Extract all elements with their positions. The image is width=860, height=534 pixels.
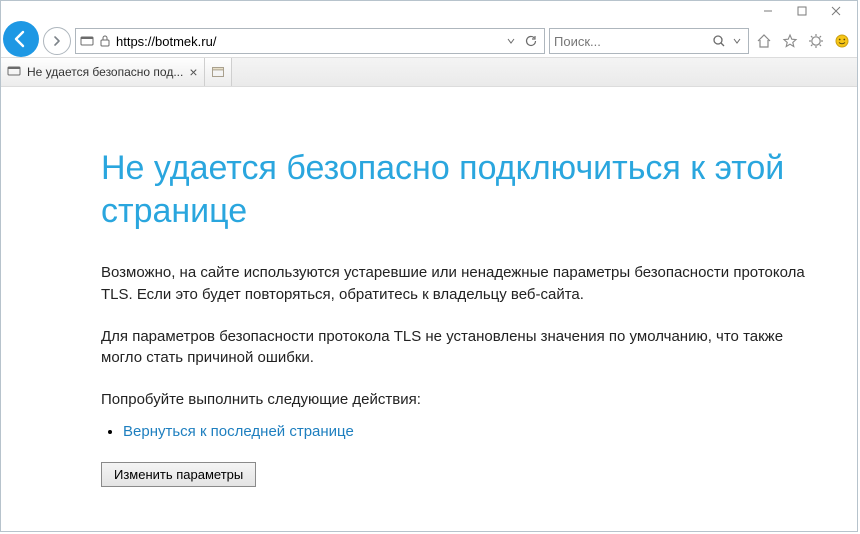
- lock-icon: [98, 35, 112, 47]
- error-action-list: Вернуться к последней странице: [101, 423, 829, 440]
- tab-close-icon[interactable]: ×: [189, 65, 197, 79]
- change-settings-button[interactable]: Изменить параметры: [101, 462, 256, 487]
- search-icon[interactable]: [712, 34, 726, 48]
- new-tab-button[interactable]: [205, 58, 232, 86]
- tab-title: Не удается безопасно под...: [27, 65, 183, 79]
- tab-error-icon: [7, 65, 21, 80]
- minimize-button[interactable]: [751, 1, 785, 21]
- smiley-icon[interactable]: [831, 30, 853, 52]
- tab-active[interactable]: Не удается безопасно под... ×: [1, 58, 205, 86]
- close-window-button[interactable]: [819, 1, 853, 21]
- browser-window: https://botmek.ru/ Поиск...: [0, 0, 858, 532]
- dropdown-icon[interactable]: [504, 37, 518, 45]
- site-identity-icon: [80, 35, 94, 47]
- favorites-icon[interactable]: [779, 30, 801, 52]
- address-bar[interactable]: https://botmek.ru/: [75, 28, 545, 54]
- search-dropdown-icon[interactable]: [730, 37, 744, 45]
- tools-icon[interactable]: [805, 30, 827, 52]
- maximize-button[interactable]: [785, 1, 819, 21]
- nav-bar: https://botmek.ru/ Поиск...: [1, 25, 857, 57]
- error-paragraph-3: Попробуйте выполнить следующие действия:: [101, 389, 821, 411]
- error-paragraph-1: Возможно, на сайте используются устаревш…: [101, 262, 821, 306]
- tab-strip: Не удается безопасно под... ×: [1, 57, 857, 87]
- error-paragraph-2: Для параметров безопасности протокола TL…: [101, 326, 821, 370]
- refresh-icon[interactable]: [522, 34, 540, 48]
- forward-button[interactable]: [43, 27, 71, 55]
- list-item: Вернуться к последней странице: [123, 423, 829, 440]
- go-back-link[interactable]: Вернуться к последней странице: [123, 423, 354, 440]
- home-icon[interactable]: [753, 30, 775, 52]
- url-text[interactable]: https://botmek.ru/: [116, 34, 500, 49]
- search-box[interactable]: Поиск...: [549, 28, 749, 54]
- error-heading: Не удается безопасно подключиться к этой…: [101, 147, 829, 232]
- error-page: Не удается безопасно подключиться к этой…: [1, 87, 857, 507]
- search-placeholder: Поиск...: [554, 34, 708, 49]
- back-button[interactable]: [3, 21, 39, 57]
- titlebar: [1, 1, 857, 25]
